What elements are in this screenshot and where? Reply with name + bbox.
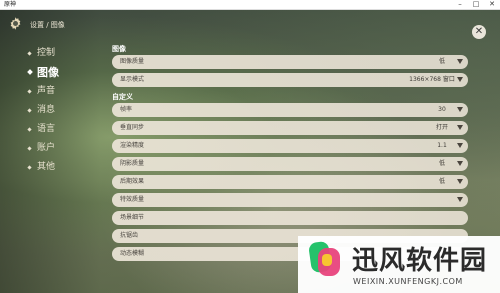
- diamond-bullet-icon: [27, 146, 32, 151]
- setting-row-vsync[interactable]: 垂直同步 打开: [112, 121, 468, 135]
- sidebar-item-audio[interactable]: 声音: [27, 82, 98, 101]
- setting-value: 1.1: [437, 142, 447, 149]
- dropdown-arrow-icon[interactable]: [457, 77, 463, 82]
- setting-row-display-mode[interactable]: 显示模式 1366×768 窗口: [112, 73, 468, 87]
- settings-header: 设置 / 图像 ✕: [0, 10, 500, 39]
- section-title-image: 图像: [112, 45, 126, 53]
- sidebar-item-messages[interactable]: 消息: [27, 101, 98, 120]
- setting-label: 动态模糊: [120, 250, 145, 257]
- setting-label: 特效质量: [120, 196, 145, 203]
- diamond-bullet-icon: [27, 127, 32, 132]
- sidebar-item-graphics[interactable]: 图像: [27, 63, 98, 82]
- dropdown-arrow-icon[interactable]: [457, 179, 463, 184]
- sidebar-item-label: 语言: [37, 124, 56, 134]
- sidebar-item-label: 其他: [37, 162, 56, 172]
- settings-sidebar: 控制 图像 声音 消息 语言 账户 其他: [27, 44, 98, 177]
- watermark-title: 迅风软件园: [352, 246, 488, 276]
- minimize-button[interactable]: –: [452, 0, 468, 9]
- setting-value: 低: [438, 178, 445, 185]
- setting-row-frame-rate[interactable]: 帧率 30: [112, 103, 468, 117]
- setting-row-shadow-quality[interactable]: 阴影质量 低: [112, 157, 468, 171]
- sidebar-item-language[interactable]: 语言: [27, 120, 98, 139]
- setting-value: 低: [438, 160, 445, 167]
- setting-label: 显示模式: [120, 76, 145, 83]
- setting-label: 图像质量: [120, 58, 145, 65]
- window-close-button[interactable]: ✕: [484, 0, 500, 9]
- setting-label: 垂直同步: [120, 124, 145, 131]
- sidebar-item-label: 账户: [37, 143, 56, 153]
- sidebar-item-label: 图像: [37, 66, 59, 79]
- maximize-button[interactable]: □: [468, 0, 484, 9]
- sidebar-item-controls[interactable]: 控制: [27, 44, 98, 63]
- watermark: 迅风软件园 WEIXIN.XUNFENGKJ.COM: [298, 236, 500, 293]
- xunfeng-logo-icon: [309, 241, 340, 276]
- breadcrumb: 设置 / 图像: [30, 21, 65, 29]
- setting-label: 帧率: [120, 106, 133, 113]
- setting-label: 后期效果: [120, 178, 145, 185]
- diamond-bullet-icon: [27, 165, 32, 170]
- setting-row-post-processing[interactable]: 后期效果 低: [112, 175, 468, 189]
- setting-value: 低: [438, 58, 445, 65]
- setting-row-render-resolution[interactable]: 渲染精度 1.1: [112, 139, 468, 153]
- sidebar-item-label: 控制: [37, 48, 56, 58]
- setting-label: 场景细节: [120, 214, 145, 221]
- sidebar-item-other[interactable]: 其他: [27, 158, 98, 177]
- setting-label: 阴影质量: [120, 160, 145, 167]
- dropdown-arrow-icon[interactable]: [457, 125, 463, 130]
- diamond-bullet-icon: [27, 108, 32, 113]
- settings-close-button[interactable]: ✕: [472, 25, 486, 39]
- sidebar-item-account[interactable]: 账户: [27, 139, 98, 158]
- setting-row-effects-quality[interactable]: 特效质量: [112, 193, 468, 207]
- sidebar-item-label: 消息: [37, 105, 56, 115]
- dropdown-arrow-icon[interactable]: [457, 107, 463, 112]
- setting-value: 打开: [435, 124, 448, 131]
- watermark-url: WEIXIN.XUNFENGKJ.COM: [353, 277, 463, 286]
- setting-value: 30: [438, 106, 446, 113]
- window-title: 原神: [4, 1, 17, 8]
- gear-icon: [10, 17, 21, 30]
- sidebar-item-label: 声音: [37, 86, 56, 96]
- dropdown-arrow-icon[interactable]: [457, 59, 463, 64]
- game-window: 原神 – □ ✕ 设置 / 图像 ✕ 控制 图像 声音 消息 语言 账户 其他 …: [0, 0, 500, 293]
- dropdown-arrow-icon[interactable]: [457, 161, 463, 166]
- dropdown-arrow-icon[interactable]: [457, 197, 463, 202]
- setting-label: 渲染精度: [120, 142, 145, 149]
- setting-label: 抗锯齿: [120, 232, 139, 239]
- setting-row-image-quality[interactable]: 图像质量 低: [112, 55, 468, 69]
- settings-content: 图像 图像质量 低 显示模式 1366×768 窗口 自定义 帧率 30 垂直同…: [112, 43, 468, 265]
- diamond-bullet-icon: [27, 51, 32, 56]
- setting-value: 1366×768 窗口: [409, 76, 455, 83]
- section-title-custom: 自定义: [112, 93, 133, 101]
- title-bar: 原神 – □ ✕: [0, 0, 500, 10]
- setting-row-scene-detail[interactable]: 场景细节: [112, 211, 468, 225]
- diamond-bullet-icon: [27, 69, 33, 75]
- diamond-bullet-icon: [27, 89, 32, 94]
- dropdown-arrow-icon[interactable]: [457, 143, 463, 148]
